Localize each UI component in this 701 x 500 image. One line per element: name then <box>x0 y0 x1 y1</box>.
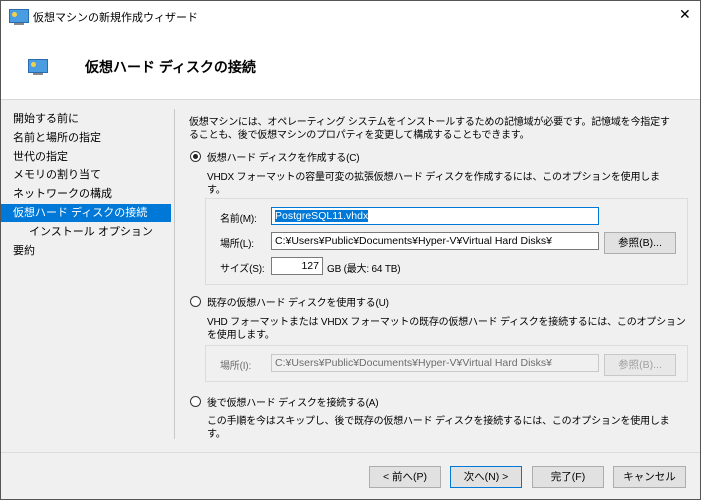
close-icon[interactable]: ✕ <box>679 6 691 23</box>
hyperv-app-icon <box>9 9 29 25</box>
nav-item-install-options[interactable]: インストール オプション <box>1 223 171 241</box>
create-vhd-desc-1: VHDX フォーマットの容量可変の拡張仮想ハード ディスクを作成するには、このオ… <box>207 172 660 183</box>
attach-later-radio[interactable] <box>190 396 201 407</box>
size-unit: GB (最大: 64 TB) <box>327 264 401 275</box>
nav-item-name-location[interactable]: 名前と場所の指定 <box>1 129 171 147</box>
existing-vhd-desc-1: VHD フォーマットまたは VHDX フォーマットの既存の仮想ハード ディスクを… <box>207 317 686 328</box>
attach-later-desc-2: す。 <box>207 429 226 440</box>
nav-item-memory[interactable]: メモリの割り当て <box>1 166 171 184</box>
wizard-header: 仮想ハード ディスクの接続 <box>1 31 700 100</box>
vm-icon <box>28 59 48 75</box>
nav-item-summary[interactable]: 要約 <box>1 242 171 260</box>
cancel-button[interactable]: キャンセル <box>613 466 686 488</box>
browse-button[interactable]: 参照(B)... <box>604 232 676 254</box>
page-title: 仮想ハード ディスクの接続 <box>85 59 256 75</box>
intro-text-2: ることも、後で仮想マシンのプロパティを変更して構成することもできます。 <box>189 130 530 141</box>
existing-vhd-desc-2: を使用します。 <box>207 330 275 341</box>
create-vhd-desc-2: す。 <box>207 185 226 196</box>
nav-item-generation[interactable]: 世代の指定 <box>1 148 171 166</box>
size-input[interactable]: 127 <box>271 257 323 275</box>
create-vhd-radio[interactable] <box>190 151 201 162</box>
finish-button[interactable]: 完了(F) <box>532 466 604 488</box>
size-label: サイズ(S): <box>220 264 265 275</box>
create-vhd-label[interactable]: 仮想ハード ディスクを作成する(C) <box>207 149 360 164</box>
title-bar: 仮想マシンの新規作成ウィザード ✕ <box>1 1 700 31</box>
existing-location-input[interactable]: C:¥Users¥Public¥Documents¥Hyper-V¥Virtua… <box>271 354 599 372</box>
attach-later-desc-1: この手順を今はスキップし、後で既存の仮想ハード ディスクを接続するには、このオプ… <box>207 416 670 427</box>
existing-location-label: 場所(I): <box>220 361 252 372</box>
nav-item-connect-vhd[interactable]: 仮想ハード ディスクの接続 <box>1 204 171 222</box>
nav-item-network[interactable]: ネットワークの構成 <box>1 185 171 203</box>
attach-later-label[interactable]: 後で仮想ハード ディスクを接続する(A) <box>207 394 379 409</box>
location-label: 場所(L): <box>220 239 254 250</box>
nav-divider <box>174 109 175 439</box>
existing-vhd-label[interactable]: 既存の仮想ハード ディスクを使用する(U) <box>207 294 389 309</box>
existing-vhd-radio[interactable] <box>190 296 201 307</box>
existing-browse-button[interactable]: 参照(B)... <box>604 354 676 376</box>
name-value: PostgreSQL11.vhdx <box>275 210 369 222</box>
window-title: 仮想マシンの新規作成ウィザード <box>33 12 198 24</box>
wizard-window: 仮想マシンの新規作成ウィザード ✕ 仮想ハード ディスクの接続 開始する前に 名… <box>0 0 701 500</box>
next-button[interactable]: 次へ(N) > <box>450 466 522 488</box>
previous-button[interactable]: < 前へ(P) <box>369 466 441 488</box>
name-label: 名前(M): <box>220 214 257 225</box>
location-input[interactable]: C:¥Users¥Public¥Documents¥Hyper-V¥Virtua… <box>271 232 599 250</box>
name-input[interactable]: PostgreSQL11.vhdx <box>271 207 599 225</box>
nav-item-before-you-begin[interactable]: 開始する前に <box>1 110 171 128</box>
footer-divider <box>1 452 700 453</box>
